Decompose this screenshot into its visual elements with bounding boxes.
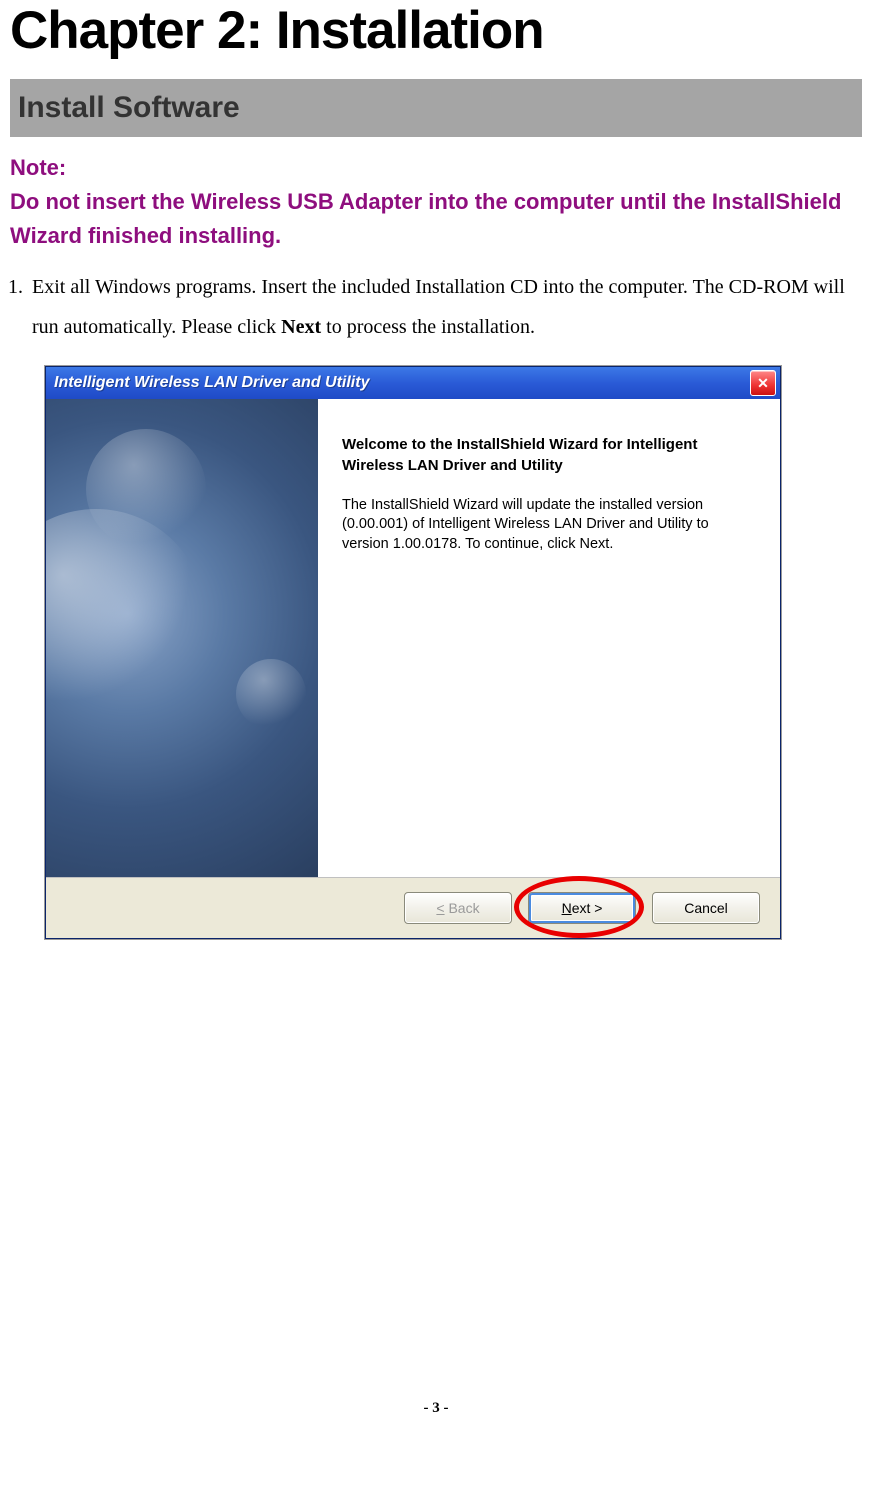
next-button[interactable]: Next > — [528, 892, 636, 924]
note-text: Do not insert the Wireless USB Adapter i… — [10, 185, 862, 253]
wizard-heading: Welcome to the InstallShield Wizard for … — [342, 435, 752, 476]
wizard-description: The InstallShield Wizard will update the… — [342, 496, 752, 555]
next-button-label: Next > — [562, 900, 603, 916]
cancel-button-label: Cancel — [684, 900, 728, 916]
wizard-content: Welcome to the InstallShield Wizard for … — [318, 399, 780, 877]
dialog-body: Welcome to the InstallShield Wizard for … — [46, 399, 780, 878]
back-button-label: < Back — [436, 900, 479, 916]
section-header-bar: Install Software — [10, 79, 862, 137]
cancel-button[interactable]: Cancel — [652, 892, 760, 924]
decorative-circle — [236, 659, 306, 729]
close-icon: ✕ — [757, 375, 769, 392]
section-title: Install Software — [18, 91, 854, 125]
note-block: Note: Do not insert the Wireless USB Ada… — [10, 151, 862, 253]
back-button: < Back — [404, 892, 512, 924]
step-text-after: to process the installation. — [321, 316, 535, 338]
installer-dialog-screenshot: Intelligent Wireless LAN Driver and Util… — [44, 365, 782, 940]
page-number: - 3 - — [10, 1400, 862, 1417]
close-button[interactable]: ✕ — [750, 370, 776, 396]
step-list: Exit all Windows programs. Insert the in… — [28, 267, 862, 347]
note-label: Note: — [10, 151, 862, 185]
step-bold-word: Next — [281, 316, 321, 338]
dialog-title: Intelligent Wireless LAN Driver and Util… — [54, 374, 369, 392]
dialog-button-row: < Back Next > Cancel — [46, 878, 780, 938]
dialog-titlebar: Intelligent Wireless LAN Driver and Util… — [46, 367, 780, 399]
chapter-title: Chapter 2: Installation — [10, 0, 862, 61]
step-1: Exit all Windows programs. Insert the in… — [28, 267, 862, 347]
decorative-circle — [86, 429, 206, 549]
wizard-side-graphic — [46, 399, 318, 877]
